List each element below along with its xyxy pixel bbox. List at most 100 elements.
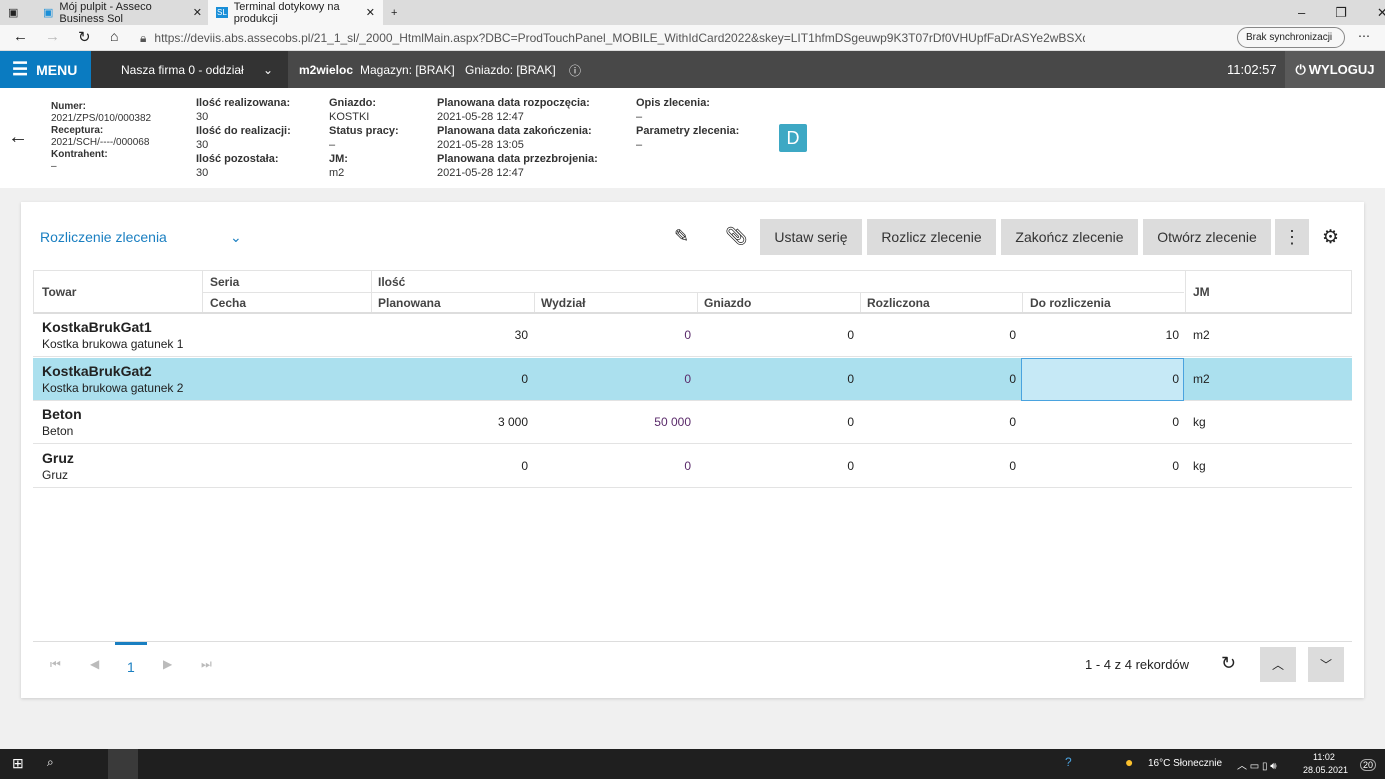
cell-wydzial: 0	[684, 458, 691, 473]
app-header: ☰ MENU Nasza firma 0 - oddział ⌄ m2wieloc …	[0, 51, 1385, 88]
warehouse-label[interactable]: Magazyn: [BRAK]	[360, 63, 455, 77]
tray-icons[interactable]: ︿ ▭ ▯ 🔊︎	[1237, 757, 1277, 772]
search-icon[interactable]: ⌕	[47, 755, 54, 770]
cell-dorozl[interactable]: 10	[1021, 328, 1179, 342]
settings-gear-icon[interactable]: ⚙	[1322, 226, 1339, 249]
cell-dorozl[interactable]: 0	[1021, 415, 1179, 429]
item-code: Gruz	[42, 449, 74, 466]
start-icon[interactable]: ⊞	[12, 755, 24, 772]
chevron-down-icon: ⌄	[263, 62, 274, 77]
user-label: m2wieloc	[299, 63, 354, 77]
tab-terminal[interactable]: SL Terminal dotykowy na produkcji ✕	[208, 0, 383, 25]
new-tab-button[interactable]: +	[383, 0, 405, 25]
column-header-cecha[interactable]: Cecha	[210, 296, 246, 310]
url-field[interactable]: 🔒︎ https://deviis.abs.assecobs.pl/21_1_sl…	[140, 28, 1085, 48]
settle-order-button[interactable]: Rozlicz zlecenie	[867, 219, 996, 255]
cell-wydzial: 0	[684, 371, 691, 386]
column-header-towar[interactable]: Towar	[42, 285, 76, 299]
forward-icon[interactable]: →	[45, 28, 60, 45]
open-order-button[interactable]: Otwórz zlecenie	[1143, 219, 1271, 255]
notifications-icon[interactable]: 20	[1360, 759, 1377, 771]
description: Opis zlecenia: – Parametry zlecenia: –	[636, 96, 739, 152]
weather-text[interactable]: 16°C Słonecznie	[1148, 758, 1222, 769]
more-options-icon[interactable]: ⋮	[1275, 219, 1309, 255]
pager-divider	[33, 641, 1352, 642]
item-name: Kostka brukowa gatunek 2	[42, 380, 184, 395]
close-icon[interactable]: ✕	[366, 6, 375, 19]
scroll-down-button[interactable]: ﹀	[1308, 647, 1344, 682]
records-summary: 1 - 4 z 4 rekordów	[1085, 657, 1190, 672]
windows-taskbar: ⊞ ⌕ ? ● 16°C Słonecznie ︿ ▭ ▯ 🔊︎ 11:02 2…	[0, 749, 1385, 779]
cell-plan: 0	[521, 371, 528, 386]
label: Kontrahent:	[51, 149, 108, 160]
back-icon[interactable]: ←	[13, 28, 28, 45]
scroll-up-button[interactable]: ︿	[1260, 647, 1296, 682]
active-page-indicator	[115, 642, 147, 645]
edge-app-icon[interactable]	[108, 749, 138, 779]
column-group-ilosc: Ilość	[378, 275, 406, 289]
label: Planowana data zakończenia:	[437, 125, 592, 137]
cell-jm: kg	[1193, 458, 1206, 473]
cell-plan: 30	[514, 328, 528, 342]
back-arrow-icon[interactable]: ←	[8, 126, 28, 149]
cell-jm: m2	[1193, 371, 1210, 386]
cell-wydzial: 0	[684, 328, 691, 342]
taskbar-time[interactable]: 11:02	[1313, 752, 1335, 762]
cell-jm: m2	[1193, 328, 1210, 342]
maximize-icon[interactable]: ❐	[1335, 5, 1347, 21]
sync-button[interactable]: Brak synchronizacji	[1237, 27, 1345, 48]
home-icon[interactable]: ⌂	[110, 28, 118, 44]
firm-label: Nasza firma 0 - oddział	[121, 62, 244, 77]
document-badge[interactable]: D	[779, 124, 807, 152]
column-header-jm[interactable]: JM	[1193, 285, 1210, 299]
cell-rozl: 0	[1009, 371, 1016, 386]
firm-select[interactable]: Nasza firma 0 - oddział ⌄	[91, 51, 288, 88]
value: KOSTKI	[329, 111, 370, 123]
value: 30	[196, 167, 209, 179]
tab-moj-pulpit[interactable]: ▣ Mój pulpit - Asseco Business Sol ✕	[35, 0, 210, 25]
column-header-gniazdo[interactable]: Gniazdo	[704, 296, 751, 310]
refresh-icon[interactable]: ↻	[1221, 653, 1236, 674]
help-app-icon[interactable]: ?	[1065, 755, 1072, 769]
value: –	[329, 139, 336, 151]
item-name: Gruz	[42, 467, 69, 482]
attachment-icon[interactable]: 📎︎	[725, 226, 748, 247]
window-controls[interactable]: – ❐ ✕	[1290, 0, 1385, 25]
column-header-rozliczona[interactable]: Rozliczona	[867, 296, 930, 310]
label: Planowana data rozpoczęcia:	[437, 97, 590, 109]
column-header-do-rozliczenia[interactable]: Do rozliczenia	[1030, 296, 1111, 310]
cell-rozl: 0	[1009, 328, 1016, 342]
column-header-seria[interactable]: Seria	[210, 275, 239, 289]
minimize-icon[interactable]: –	[1298, 5, 1305, 20]
column-header-planowana[interactable]: Planowana	[378, 296, 441, 310]
label: Ilość realizowana:	[196, 97, 291, 109]
cell-dorozl[interactable]: 0	[1021, 372, 1179, 386]
socket-label[interactable]: Gniazdo: [BRAK]	[465, 63, 556, 77]
prev-page-icon[interactable]: ◀	[90, 657, 99, 671]
tab-label: Mój pulpit - Asseco Business Sol	[59, 0, 152, 25]
view-select[interactable]: Rozliczenie zlecenia ⌄	[40, 229, 242, 245]
refresh-icon[interactable]: ↻	[78, 28, 91, 46]
help-icon[interactable]: ⓘ	[569, 62, 581, 79]
close-icon[interactable]: ✕	[193, 6, 202, 19]
power-icon: ⏻	[1295, 61, 1306, 77]
taskbar-date[interactable]: 28.05.2021	[1303, 765, 1348, 775]
tab-label: Terminal dotykowy na produkcji	[233, 0, 340, 25]
menu-button[interactable]: ☰ MENU	[0, 51, 91, 88]
logout-button[interactable]: ⏻ WYLOGUJ	[1285, 51, 1385, 88]
value: 30	[196, 111, 209, 123]
first-page-icon[interactable]: ⏮	[50, 657, 61, 672]
page-number[interactable]: 1	[127, 659, 135, 675]
finish-order-button[interactable]: Zakończ zlecenie	[1001, 219, 1138, 255]
last-page-icon[interactable]: ⏭	[201, 657, 212, 672]
more-icon[interactable]: ⋯	[1358, 29, 1370, 43]
browser-tab-bar: ▣ ▣ Mój pulpit - Asseco Business Sol ✕ SL T…	[0, 0, 1385, 25]
set-series-button[interactable]: Ustaw serię	[760, 219, 862, 255]
column-header-wydzial[interactable]: Wydział	[541, 296, 585, 310]
edit-icon[interactable]: ✎	[674, 226, 689, 247]
socket-info: Gniazdo: KOSTKI Status pracy: – JM: m2	[329, 96, 399, 180]
tab-actions-icon[interactable]: ▣	[0, 0, 30, 25]
close-window-icon[interactable]: ✕	[1377, 5, 1385, 21]
next-page-icon[interactable]: ▶	[163, 657, 172, 671]
cell-dorozl[interactable]: 0	[1021, 459, 1179, 473]
